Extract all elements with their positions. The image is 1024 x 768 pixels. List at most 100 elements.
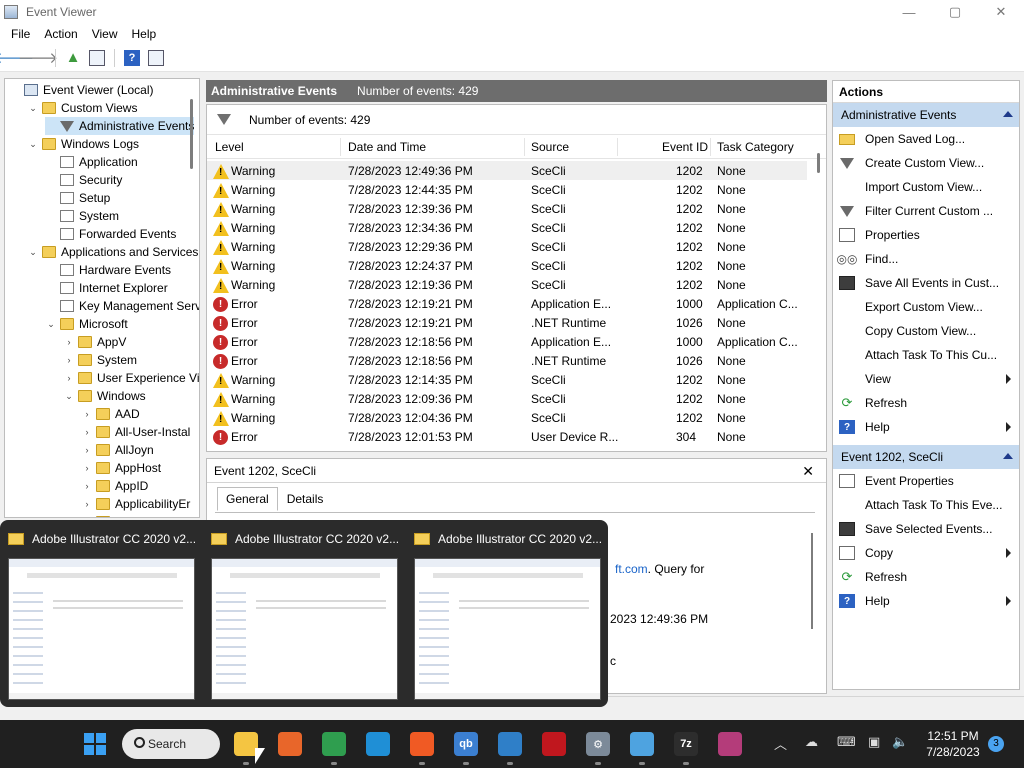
action-item[interactable]: View	[833, 367, 1019, 391]
expand-arrow-icon[interactable]: ›	[63, 373, 75, 383]
acrobat-icon[interactable]	[542, 732, 566, 756]
firefox-icon[interactable]	[278, 732, 302, 756]
action-item[interactable]: ◎◎ Find...	[833, 247, 1019, 271]
network-icon[interactable]: ▣	[868, 734, 880, 750]
actions-section-event[interactable]: Event 1202, SceCli	[833, 445, 1019, 469]
action-item[interactable]: Open Saved Log...	[833, 127, 1019, 151]
expand-arrow-icon[interactable]: ⌄	[27, 247, 39, 258]
action-item[interactable]: Import Custom View...	[833, 175, 1019, 199]
tree-item[interactable]: Forwarded Events	[45, 225, 176, 243]
table-row[interactable]: Warning 7/28/2023 12:24:37 PM SceCli 1202 No…	[207, 256, 807, 275]
expand-arrow-icon[interactable]: ›	[63, 337, 75, 347]
brave-icon[interactable]	[410, 732, 434, 756]
qbittorrent-icon[interactable]: qb	[454, 732, 478, 756]
actions-section-administrative-events[interactable]: Administrative Events	[833, 103, 1019, 127]
tree-item[interactable]: › Application Se	[81, 513, 192, 518]
tree-item[interactable]: › System	[63, 351, 138, 369]
keyboard-icon[interactable]: ⌨	[837, 734, 856, 750]
menu-help[interactable]: Help	[125, 27, 164, 41]
table-row[interactable]: Warning 7/28/2023 12:19:36 PM SceCli 1202 No…	[207, 275, 807, 294]
tree-item[interactable]: System	[45, 207, 119, 225]
action-item[interactable]: Save All Events in Cust...	[833, 271, 1019, 295]
action-item[interactable]: Save Selected Events...	[833, 517, 1019, 541]
tree-item[interactable]: › ApplicabilityEr	[81, 495, 191, 513]
collapse-icon[interactable]	[1003, 453, 1013, 459]
table-row[interactable]: Warning 7/28/2023 12:39:36 PM SceCli 1202 No…	[207, 199, 807, 218]
paint-icon[interactable]	[498, 732, 522, 756]
action-item[interactable]: Create Custom View...	[833, 151, 1019, 175]
tree-item[interactable]: Application	[45, 153, 138, 171]
show-hidden-icons-chevron-icon[interactable]: ︿	[774, 734, 787, 753]
tree-item[interactable]: Setup	[45, 189, 110, 207]
tree-item[interactable]: Security	[45, 171, 122, 189]
expand-arrow-icon[interactable]: ›	[81, 517, 93, 518]
expand-arrow-icon[interactable]: ⌄	[45, 319, 57, 330]
action-item[interactable]: Filter Current Custom ...	[833, 199, 1019, 223]
tree-item[interactable]: ⌄ Microsoft	[45, 315, 127, 333]
close-button[interactable]: ✕	[978, 0, 1024, 24]
table-row[interactable]: Warning 7/28/2023 12:34:36 PM SceCli 1202 No…	[207, 218, 807, 237]
action-item[interactable]: ⟳ Refresh	[833, 391, 1019, 415]
table-row[interactable]: Warning 7/28/2023 12:09:36 PM SceCli 1202 No…	[207, 389, 807, 408]
table-row[interactable]: ! Error 7/28/2023 12:19:21 PM Application E…	[207, 294, 807, 313]
menu-action[interactable]: Action	[37, 27, 84, 41]
cloud-offline-icon[interactable]: ☁	[805, 734, 818, 750]
action-item[interactable]: Attach Task To This Eve...	[833, 493, 1019, 517]
notepad-icon[interactable]	[630, 732, 654, 756]
table-row[interactable]: ! Error 7/28/2023 12:18:56 PM Application E…	[207, 332, 807, 351]
close-icon[interactable]: ✕	[802, 463, 814, 480]
detail-link[interactable]: ft.com	[615, 562, 648, 576]
tree-item[interactable]: › AllJoyn	[81, 441, 154, 459]
window-preview[interactable]: Adobe Illustrator CC 2020 v2...	[203, 520, 403, 707]
tree-item[interactable]: Administrative Events	[45, 117, 195, 135]
table-row[interactable]: ! Error 7/28/2023 12:18:56 PM .NET Runtime 1…	[207, 351, 807, 370]
table-row[interactable]: Warning 7/28/2023 12:44:35 PM SceCli 1202 No…	[207, 180, 807, 199]
expand-arrow-icon[interactable]: ›	[81, 427, 93, 437]
menu-file[interactable]: File	[4, 27, 37, 41]
show-hide-action-pane-icon[interactable]	[148, 49, 164, 66]
action-item[interactable]: Copy Custom View...	[833, 319, 1019, 343]
tree-item[interactable]: › User Experience Vi	[63, 369, 200, 387]
expand-arrow-icon[interactable]: ›	[81, 409, 93, 419]
action-item[interactable]: Copy	[833, 541, 1019, 565]
chrome-icon[interactable]	[322, 732, 346, 756]
tree-item[interactable]: ⌄ Applications and Services	[27, 243, 198, 261]
help-icon[interactable]: ?	[124, 49, 140, 66]
table-row[interactable]: ! Error 7/28/2023 12:19:21 PM .NET Runtime 1…	[207, 313, 807, 332]
show-hide-console-tree-icon[interactable]	[89, 49, 105, 66]
tree-item[interactable]: Key Management Serv	[45, 297, 199, 315]
tree-item[interactable]: ⌄ Windows	[63, 387, 145, 405]
window-preview[interactable]: Adobe Illustrator CC 2020 v2...	[406, 520, 606, 707]
tab-details[interactable]: Details	[278, 487, 333, 511]
column-date[interactable]: Date and Time	[348, 140, 426, 154]
action-item[interactable]: ⟳ Refresh	[833, 565, 1019, 589]
tree-item[interactable]: Internet Explorer	[45, 279, 168, 297]
edge-icon[interactable]	[366, 732, 390, 756]
start-windows-icon[interactable]	[84, 733, 106, 755]
column-source[interactable]: Source	[531, 140, 569, 154]
tree-item[interactable]: › AppV	[63, 333, 127, 351]
expand-arrow-icon[interactable]: ⌄	[63, 391, 75, 402]
expand-arrow-icon[interactable]: ›	[81, 445, 93, 455]
expand-arrow-icon[interactable]: ›	[63, 355, 75, 365]
tree-item[interactable]: Hardware Events	[45, 261, 171, 279]
up-folder-icon[interactable]: ▲	[63, 48, 83, 68]
clock[interactable]: 12:51 PM 7/28/2023	[920, 728, 986, 760]
tab-general[interactable]: General	[217, 487, 278, 511]
action-item[interactable]: Properties	[833, 223, 1019, 247]
action-item[interactable]: ? Help	[833, 589, 1019, 613]
notification-badge[interactable]: 3	[988, 736, 1004, 752]
detail-scrollbar[interactable]	[811, 533, 813, 629]
tree-scrollbar[interactable]	[190, 99, 193, 169]
action-item[interactable]: Event Properties	[833, 469, 1019, 493]
expand-arrow-icon[interactable]: ›	[81, 499, 93, 509]
forward-arrow-icon[interactable]: 🡒	[18, 48, 58, 68]
table-row[interactable]: Warning 7/28/2023 12:04:36 PM SceCli 1202 No…	[207, 408, 807, 427]
settings-icon[interactable]: ⚙	[586, 732, 610, 756]
expand-arrow-icon[interactable]: ›	[81, 463, 93, 473]
tree-item[interactable]: › AppHost	[81, 459, 162, 477]
tree-item[interactable]: Event Viewer (Local)	[9, 81, 154, 99]
column-event-id[interactable]: Event ID	[662, 140, 708, 154]
action-item[interactable]: Attach Task To This Cu...	[833, 343, 1019, 367]
table-row[interactable]: Warning 7/28/2023 12:29:36 PM SceCli 1202 No…	[207, 237, 807, 256]
